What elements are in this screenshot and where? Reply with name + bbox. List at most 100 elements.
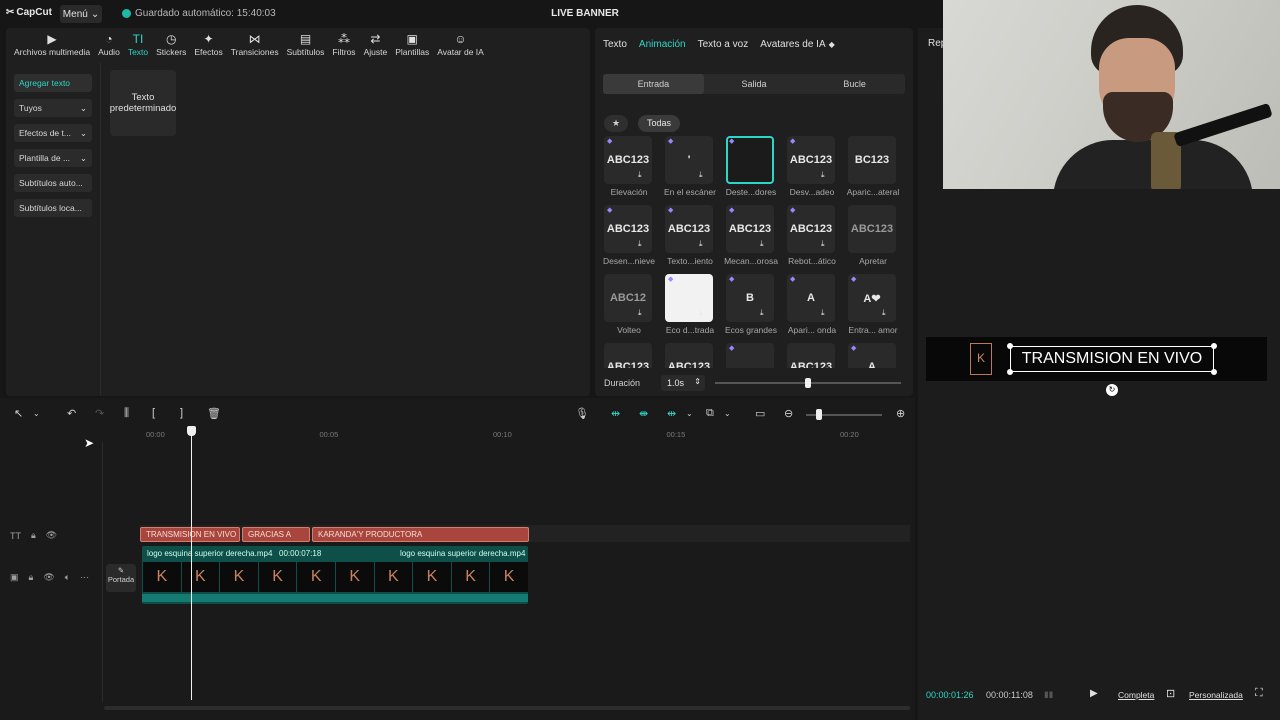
tool-filters[interactable]: ⁂ Filtros [328, 28, 359, 62]
animation-item[interactable]: ABC123 ◆ ⤓ Elevación [601, 136, 661, 204]
download-icon[interactable]: ⤓ [699, 170, 703, 180]
filter-all-button[interactable]: Todas [638, 115, 680, 132]
complete-button[interactable]: Completa [1118, 690, 1154, 704]
animation-item[interactable]: ABC123 ◆ ⤓ Texto...iento [662, 205, 722, 273]
download-icon[interactable]: ⤓ [821, 170, 825, 180]
download-icon[interactable]: ⤓ [699, 308, 703, 318]
playhead-handle[interactable] [187, 426, 196, 436]
link-icon[interactable]: ⇼ [639, 407, 648, 420]
chevron-down-icon[interactable]: ⌄ [686, 409, 693, 418]
ratio-button[interactable]: Personalizada [1189, 690, 1243, 704]
resize-handle[interactable] [1211, 369, 1217, 375]
video-clip[interactable]: logo esquina superior derecha.mp4 00:00:… [142, 546, 528, 604]
animation-item[interactable]: A❤ ◆ ⤓ Entra... amor [845, 274, 905, 342]
tool-subtitles[interactable]: ▤ Subtítulos [283, 28, 329, 62]
compare-icon[interactable]: ⧉ [706, 407, 714, 420]
audio-mute-icon[interactable]: 🔈︎ [65, 572, 70, 583]
zoom-out-icon[interactable]: ⊖ [784, 407, 793, 420]
playhead[interactable] [191, 428, 192, 700]
tool-ai-avatar[interactable]: ☺ Avatar de IA [433, 28, 488, 62]
segment-2[interactable]: Bucle [804, 74, 905, 94]
rotate-handle-icon[interactable]: ↻ [1106, 384, 1118, 396]
tool-transition[interactable]: ⋈ Transiciones [227, 28, 283, 62]
banner-text[interactable]: TRANSMISION EN VIVO [1010, 346, 1214, 372]
animation-item[interactable]: ABC123 [784, 343, 844, 368]
text-clip[interactable]: GRACIAS A [242, 527, 310, 542]
download-icon[interactable]: ⤓ [821, 239, 825, 249]
microphone-icon[interactable]: 🎙 [575, 407, 589, 420]
tool-effects[interactable]: ✦ Efectos [190, 28, 226, 62]
undo-icon[interactable]: ↶ [67, 407, 76, 420]
zoom-slider-handle[interactable] [816, 409, 822, 420]
menu-button[interactable]: Menú ⌄ [60, 5, 102, 23]
timeline-scrollbar[interactable] [104, 706, 910, 710]
download-icon[interactable]: ⤓ [882, 308, 886, 318]
lock-icon[interactable]: 🔒︎ [29, 572, 34, 583]
trim-right-icon[interactable]: ] [180, 407, 183, 419]
download-icon[interactable]: ⤓ [760, 308, 764, 318]
download-icon[interactable]: ⤓ [760, 239, 764, 249]
preview-axis-icon[interactable]: ⇹ [667, 407, 676, 420]
download-icon[interactable]: ⤓ [638, 170, 642, 180]
animation-item[interactable]: A ◆ ⤓ Apari... onda [784, 274, 844, 342]
download-icon[interactable]: ⤓ [699, 239, 703, 249]
animation-item[interactable]: ◆ ⤓ Eco d...trada [662, 274, 722, 342]
snapshot-icon[interactable]: ⊡ [1166, 687, 1175, 701]
tab-3[interactable]: Avatares de IA [760, 39, 825, 50]
default-text-tile[interactable]: Texto predeterminado [110, 70, 176, 136]
animation-item[interactable]: ◆ Deste...dores [723, 136, 783, 204]
animation-item[interactable]: ABC123 ◆ ⤓ Desv...adeo [784, 136, 844, 204]
animation-item[interactable]: ABC123 ◆ ⤓ Desen...nieve [601, 205, 661, 273]
redo-icon[interactable]: ↷ [95, 407, 104, 420]
magnet-icon[interactable]: ⇹ [611, 407, 620, 420]
animation-item[interactable]: B ◆ ⤓ Ecos grandes [723, 274, 783, 342]
sidebar-item[interactable]: Efectos de t... ⌄ [14, 124, 92, 142]
animation-item[interactable]: ABC12 ⤓ Volteo [601, 274, 661, 342]
resize-handle[interactable] [1007, 369, 1013, 375]
download-icon[interactable]: ⤓ [638, 308, 642, 318]
sidebar-item[interactable]: Subtítulos auto... [14, 174, 92, 192]
more-icon[interactable]: ⋯ [80, 572, 89, 583]
animation-item[interactable]: ABC123 ◆ ⤓ Mecan...orosa [723, 205, 783, 273]
lock-icon[interactable]: 🔒︎ [31, 530, 36, 541]
tool-text[interactable]: TI Texto [124, 28, 152, 62]
eye-icon[interactable]: 👁︎ [46, 530, 57, 541]
chevron-down-icon[interactable]: ⌄ [33, 409, 40, 418]
animation-item[interactable]: BC123 Aparic...ateral [845, 136, 905, 204]
delete-icon[interactable]: 🗑 [207, 407, 221, 420]
download-icon[interactable]: ⤓ [638, 239, 642, 249]
play-icon[interactable]: ▶ [1090, 688, 1098, 702]
cover-button[interactable]: ✎ Portada [106, 564, 136, 592]
text-clip[interactable]: KARANDA'Y PRODUCTORA [312, 527, 529, 542]
stepper-icon[interactable]: ⇕ [694, 377, 701, 386]
tab-2[interactable]: Texto a voz [698, 39, 749, 50]
animation-item[interactable]: ABC123 [662, 343, 722, 368]
trim-left-icon[interactable]: [ [152, 407, 155, 419]
duration-slider-handle[interactable] [805, 378, 811, 388]
animation-item[interactable]: A ◆ [845, 343, 905, 368]
tab-0[interactable]: Texto [603, 39, 627, 50]
tab-1[interactable]: Animación [639, 39, 686, 50]
select-tool-icon[interactable]: ↖ [14, 407, 23, 420]
text-clip[interactable]: TRANSMISION EN VIVO [140, 527, 240, 542]
animation-item[interactable]: ABC123 Apretar [845, 205, 905, 273]
chevron-down-icon[interactable]: ⌄ [724, 409, 731, 418]
duration-input[interactable]: 1.0s ⇕ [661, 375, 705, 391]
favorites-filter-button[interactable]: ★ [604, 115, 628, 132]
tool-media[interactable]: ▶ Archivos multimedia [10, 28, 94, 62]
animation-item[interactable]: ◆ [723, 343, 783, 368]
zoom-in-icon[interactable]: ⊕ [896, 407, 905, 420]
tool-sticker[interactable]: ◷ Stickers [152, 28, 190, 62]
eye-icon[interactable]: 👁︎ [43, 572, 54, 583]
caption-icon[interactable]: ▭ [755, 407, 765, 420]
resize-handle[interactable] [1211, 343, 1217, 349]
tool-templates[interactable]: ▣ Plantillas [391, 28, 433, 62]
sidebar-item[interactable]: Plantilla de ... ⌄ [14, 149, 92, 167]
animation-item[interactable]: ' ◆ ⤓ En el escáner [662, 136, 722, 204]
sidebar-item[interactable]: Tuyos ⌄ [14, 99, 92, 117]
split-icon[interactable]: ⫼ [124, 407, 129, 420]
tool-adjust[interactable]: ⇄ Ajuste [360, 28, 392, 62]
animation-item[interactable]: ABC123 [601, 343, 661, 368]
animation-item[interactable]: ABC123 ◆ ⤓ Rebot...ático [784, 205, 844, 273]
download-icon[interactable]: ⤓ [821, 308, 825, 318]
